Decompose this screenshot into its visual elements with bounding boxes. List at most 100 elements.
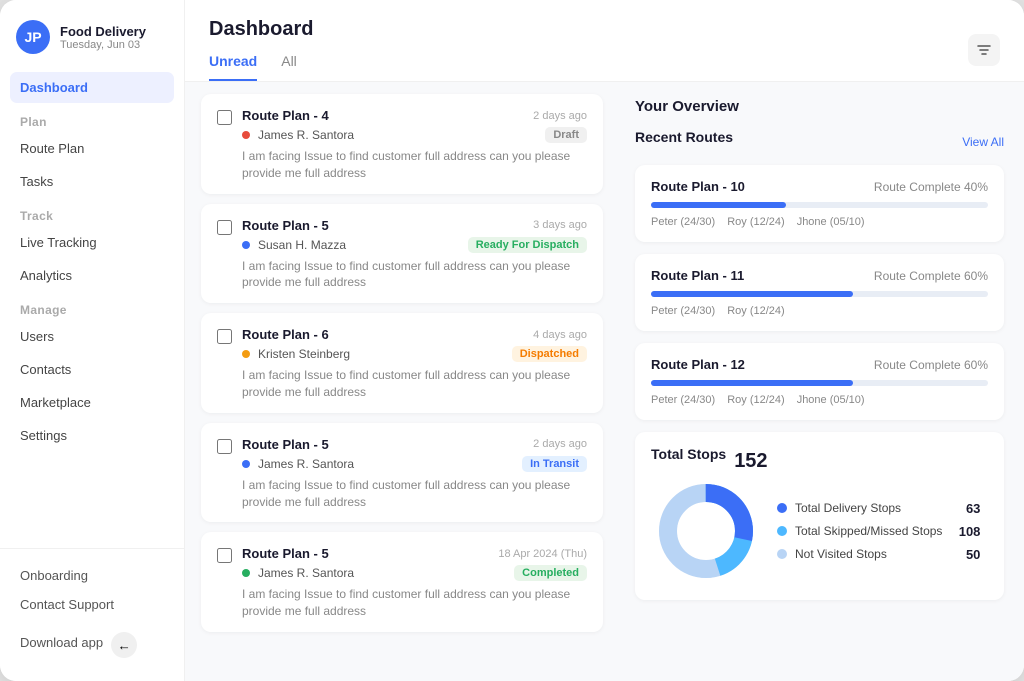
message-body: I am facing Issue to find customer full … [242,586,587,620]
route-card-top: Route Plan - 11 Route Complete 60% [651,268,988,283]
route-name: Route Plan - 12 [651,357,745,372]
message-meta: James R. Santora In Transit [242,456,587,472]
sidebar-item-settings[interactable]: Settings [10,420,174,451]
status-badge: Dispatched [512,346,587,362]
message-route: Route Plan - 5 [242,546,329,561]
progress-fill [651,202,786,208]
message-card[interactable]: Route Plan - 5 18 Apr 2024 (Thu) James R… [201,532,603,632]
route-card-top: Route Plan - 12 Route Complete 60% [651,357,988,372]
message-time: 18 Apr 2024 (Thu) [498,548,587,560]
message-card-content: Route Plan - 5 3 days ago Susan H. Mazza… [242,218,587,292]
donut-chart [651,476,761,586]
donut-legend-row: Total Delivery Stops 63 Total Skipped/Mi… [651,476,988,586]
message-time: 2 days ago [533,110,587,122]
collapse-button[interactable]: ← [111,632,137,658]
legend-dot [777,549,787,559]
main-content: Dashboard Unread All Route Plan - 4 2 da… [185,0,1024,681]
sidebar-item-route-plan[interactable]: Route Plan [10,133,174,164]
sidebar-item-marketplace[interactable]: Marketplace [10,387,174,418]
company-name: Food Delivery [60,24,146,39]
message-card[interactable]: Route Plan - 5 3 days ago Susan H. Mazza… [201,204,603,304]
sidebar: JP Food Delivery Tuesday, Jun 03 Dashboa… [0,0,185,681]
message-card-content: Route Plan - 6 4 days ago Kristen Steinb… [242,327,587,401]
legend-item: Total Skipped/Missed Stops 108 [777,524,980,539]
route-complete: Route Complete 60% [874,358,988,372]
avatar: JP [16,20,50,54]
message-list: Route Plan - 4 2 days ago James R. Santo… [185,82,615,681]
sidebar-item-analytics[interactable]: Analytics [10,260,174,291]
route-person: Peter (24/30) [651,305,715,317]
message-card[interactable]: Route Plan - 4 2 days ago James R. Santo… [201,94,603,194]
main-header: Dashboard Unread All [185,0,1024,82]
progress-bar [651,202,988,208]
message-meta: James R. Santora Draft [242,127,587,143]
message-person: Kristen Steinberg [258,347,350,361]
tab-unread[interactable]: Unread [209,53,257,81]
message-time: 4 days ago [533,329,587,341]
message-card[interactable]: Route Plan - 6 4 days ago Kristen Steinb… [201,313,603,413]
sidebar-onboarding[interactable]: Onboarding [10,561,174,590]
route-card: Route Plan - 10 Route Complete 40% Peter… [635,165,1004,242]
message-checkbox[interactable] [217,548,232,563]
status-dot [242,460,250,468]
legend-dot [777,503,787,513]
status-dot [242,569,250,577]
legend-value: 63 [950,501,980,516]
total-stops-count: 152 [734,450,767,473]
message-card[interactable]: Route Plan - 5 2 days ago James R. Santo… [201,423,603,523]
route-name: Route Plan - 11 [651,268,744,283]
legend-label: Not Visited Stops [795,547,887,561]
legend-value: 50 [950,547,980,562]
sidebar-contact-support[interactable]: Contact Support [10,590,174,619]
message-checkbox[interactable] [217,439,232,454]
view-all-link[interactable]: View All [962,135,1004,149]
legend-item: Not Visited Stops 50 [777,547,980,562]
content-area: Route Plan - 4 2 days ago James R. Santo… [185,82,1024,681]
message-time: 3 days ago [533,219,587,231]
sidebar-item-live-tracking[interactable]: Live Tracking [10,227,174,258]
route-card: Route Plan - 12 Route Complete 60% Peter… [635,343,1004,420]
progress-fill [651,380,853,386]
filter-button[interactable] [968,34,1000,66]
recent-routes-title: Recent Routes [635,129,733,145]
legend-dot [777,526,787,536]
message-time: 2 days ago [533,438,587,450]
message-person: Susan H. Mazza [258,238,346,252]
tab-all[interactable]: All [281,53,297,81]
route-person: Peter (24/30) [651,216,715,228]
total-stops-label: Total Stops [651,446,726,462]
sidebar-item-tasks[interactable]: Tasks [10,166,174,197]
sidebar-download-app[interactable]: Download app ← [10,619,174,665]
sidebar-item-dashboard[interactable]: Dashboard [10,72,174,103]
message-body: I am facing Issue to find customer full … [242,477,587,511]
route-name: Route Plan - 10 [651,179,745,194]
message-card-top: Route Plan - 5 18 Apr 2024 (Thu) [242,546,587,561]
total-stops-section: Total Stops 152 [635,432,1004,600]
route-person: Jhone (05/10) [797,394,865,406]
legend-label: Total Delivery Stops [795,501,901,515]
status-badge: Draft [545,127,587,143]
message-checkbox[interactable] [217,110,232,125]
sidebar-bottom: Onboarding Contact Support Download app … [0,548,184,681]
nav-section-track: Track [10,199,174,227]
message-body: I am facing Issue to find customer full … [242,258,587,292]
right-panel: Your Overview Recent Routes View All Rou… [615,82,1024,681]
status-badge: Ready For Dispatch [468,237,587,253]
status-dot [242,131,250,139]
route-person: Jhone (05/10) [797,216,865,228]
message-route: Route Plan - 5 [242,437,329,452]
route-cards: Route Plan - 10 Route Complete 40% Peter… [635,165,1004,420]
message-meta: James R. Santora Completed [242,565,587,581]
sidebar-nav: Dashboard Plan Route Plan Tasks Track Li… [0,72,184,548]
message-card-content: Route Plan - 5 18 Apr 2024 (Thu) James R… [242,546,587,620]
nav-section-manage: Manage [10,293,174,321]
sidebar-item-contacts[interactable]: Contacts [10,354,174,385]
message-person: James R. Santora [258,566,354,580]
route-persons: Peter (24/30)Roy (12/24)Jhone (05/10) [651,216,988,228]
message-card-content: Route Plan - 5 2 days ago James R. Santo… [242,437,587,511]
message-checkbox[interactable] [217,329,232,344]
message-card-top: Route Plan - 5 2 days ago [242,437,587,452]
sidebar-item-users[interactable]: Users [10,321,174,352]
route-card-top: Route Plan - 10 Route Complete 40% [651,179,988,194]
message-checkbox[interactable] [217,220,232,235]
